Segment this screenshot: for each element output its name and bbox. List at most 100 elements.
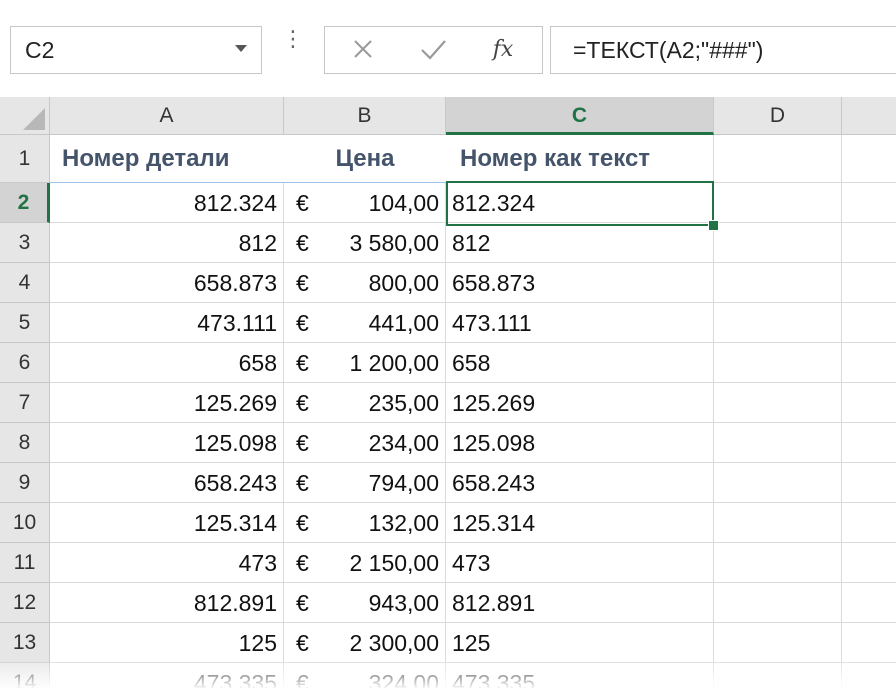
row-header[interactable]: 6: [0, 343, 50, 383]
row-header[interactable]: 5: [0, 303, 50, 343]
grid-cell[interactable]: [842, 623, 896, 663]
grid-cell[interactable]: [842, 383, 896, 423]
grid-cell[interactable]: 812.891: [446, 583, 714, 623]
grid-cell[interactable]: 3 580,00: [334, 223, 446, 263]
grid-cell[interactable]: 1 200,00: [334, 343, 446, 383]
grid-cell[interactable]: [842, 183, 896, 223]
grid-cell[interactable]: 473: [50, 543, 284, 583]
row-header[interactable]: 14: [0, 663, 50, 688]
grid-cell[interactable]: [842, 423, 896, 463]
grid-cell[interactable]: 658.873: [50, 263, 284, 303]
fill-handle[interactable]: [708, 220, 719, 231]
row-header[interactable]: 9: [0, 463, 50, 503]
grid-cell[interactable]: 658.873: [446, 263, 714, 303]
grid-cell[interactable]: [714, 263, 842, 303]
grid-cell[interactable]: 473.335: [50, 663, 284, 688]
grid-cell[interactable]: 473.111: [446, 303, 714, 343]
grid-cell[interactable]: 125.098: [446, 423, 714, 463]
formula-bar: C2 ⋮ fx =ТЕКСТ(A2;"###"): [0, 0, 896, 97]
grid-cell[interactable]: [714, 303, 842, 343]
grid-cell[interactable]: [842, 463, 896, 503]
grid-cell[interactable]: 812.891: [50, 583, 284, 623]
table-header-cell[interactable]: Номер как текст: [446, 135, 714, 183]
column-header-c[interactable]: C: [446, 97, 714, 135]
grid-cell[interactable]: [714, 223, 842, 263]
grid-cell[interactable]: [714, 583, 842, 623]
grid-cell[interactable]: [714, 135, 842, 183]
row-header[interactable]: 13: [0, 623, 50, 663]
row-header[interactable]: 10: [0, 503, 50, 543]
column-header-d[interactable]: D: [714, 97, 842, 135]
grid-cell[interactable]: 2 300,00: [334, 623, 446, 663]
grid-cell[interactable]: 125.269: [446, 383, 714, 423]
grid-cell[interactable]: [714, 463, 842, 503]
grid-cell[interactable]: 473: [446, 543, 714, 583]
column-header-e[interactable]: [842, 97, 896, 135]
formula-input[interactable]: =ТЕКСТ(A2;"###"): [550, 26, 896, 74]
insert-function-icon[interactable]: fx: [473, 27, 533, 73]
grid-cell[interactable]: 125.314: [50, 503, 284, 543]
row-header[interactable]: 1: [0, 135, 50, 183]
grid-cell[interactable]: [714, 663, 842, 688]
grid-cell[interactable]: 473.335: [446, 663, 714, 688]
name-box[interactable]: C2: [10, 26, 262, 74]
grid-cell[interactable]: [714, 383, 842, 423]
row-header[interactable]: 8: [0, 423, 50, 463]
row-header[interactable]: 2: [0, 183, 50, 223]
grid-cell[interactable]: [714, 543, 842, 583]
more-options-icon[interactable]: ⋮: [282, 28, 304, 64]
grid-cell[interactable]: 125.098: [50, 423, 284, 463]
grid-cell[interactable]: 794,00: [334, 463, 446, 503]
grid-cell[interactable]: 943,00: [334, 583, 446, 623]
grid-cell[interactable]: [714, 183, 842, 223]
row-header[interactable]: 4: [0, 263, 50, 303]
grid-cell[interactable]: 812.324: [446, 183, 714, 223]
grid-cell[interactable]: 324,00: [334, 663, 446, 688]
grid-cell[interactable]: 812.324: [50, 183, 284, 223]
row-header[interactable]: 11: [0, 543, 50, 583]
chevron-down-icon[interactable]: [235, 45, 247, 52]
column-header-a[interactable]: A: [50, 97, 284, 135]
grid-cell[interactable]: 658.243: [446, 463, 714, 503]
grid-cell[interactable]: 125: [446, 623, 714, 663]
spreadsheet-grid: A B C D 1 Номер детали Цена Номер как те…: [0, 97, 896, 688]
column-header-b[interactable]: B: [284, 97, 446, 135]
grid-cell[interactable]: 234,00: [334, 423, 446, 463]
grid-cell[interactable]: [842, 263, 896, 303]
grid-cell[interactable]: [842, 303, 896, 343]
table-header-cell[interactable]: Номер детали: [50, 135, 284, 183]
grid-cell[interactable]: [842, 223, 896, 263]
grid-cell[interactable]: 658: [446, 343, 714, 383]
grid-cell[interactable]: [842, 135, 896, 183]
grid-cell[interactable]: [842, 583, 896, 623]
row-header[interactable]: 3: [0, 223, 50, 263]
grid-cell[interactable]: [842, 503, 896, 543]
grid-cell[interactable]: 104,00: [334, 183, 446, 223]
grid-cell[interactable]: 800,00: [334, 263, 446, 303]
grid-cell[interactable]: [714, 423, 842, 463]
grid-cell[interactable]: [842, 343, 896, 383]
grid-cell[interactable]: [714, 503, 842, 543]
grid-cell[interactable]: [714, 623, 842, 663]
grid-cell[interactable]: 812: [446, 223, 714, 263]
grid-cell[interactable]: 125: [50, 623, 284, 663]
grid-cell[interactable]: 441,00: [334, 303, 446, 343]
grid-cell[interactable]: 125.314: [446, 503, 714, 543]
grid-cell[interactable]: 658: [50, 343, 284, 383]
grid-cell[interactable]: 812: [50, 223, 284, 263]
grid-cell[interactable]: 658.243: [50, 463, 284, 503]
row-header[interactable]: 7: [0, 383, 50, 423]
table-header-cell[interactable]: Цена: [284, 135, 446, 183]
grid-cell[interactable]: 132,00: [334, 503, 446, 543]
grid-cell[interactable]: 125.269: [50, 383, 284, 423]
enter-icon[interactable]: [403, 27, 463, 73]
grid-cell[interactable]: 473.111: [50, 303, 284, 343]
row-header[interactable]: 12: [0, 583, 50, 623]
grid-cell[interactable]: [842, 543, 896, 583]
select-all-button[interactable]: [0, 97, 50, 135]
grid-cell[interactable]: [714, 343, 842, 383]
grid-cell[interactable]: 235,00: [334, 383, 446, 423]
grid-cell[interactable]: 2 150,00: [334, 543, 446, 583]
grid-cell[interactable]: [842, 663, 896, 688]
cancel-icon[interactable]: [333, 27, 393, 73]
